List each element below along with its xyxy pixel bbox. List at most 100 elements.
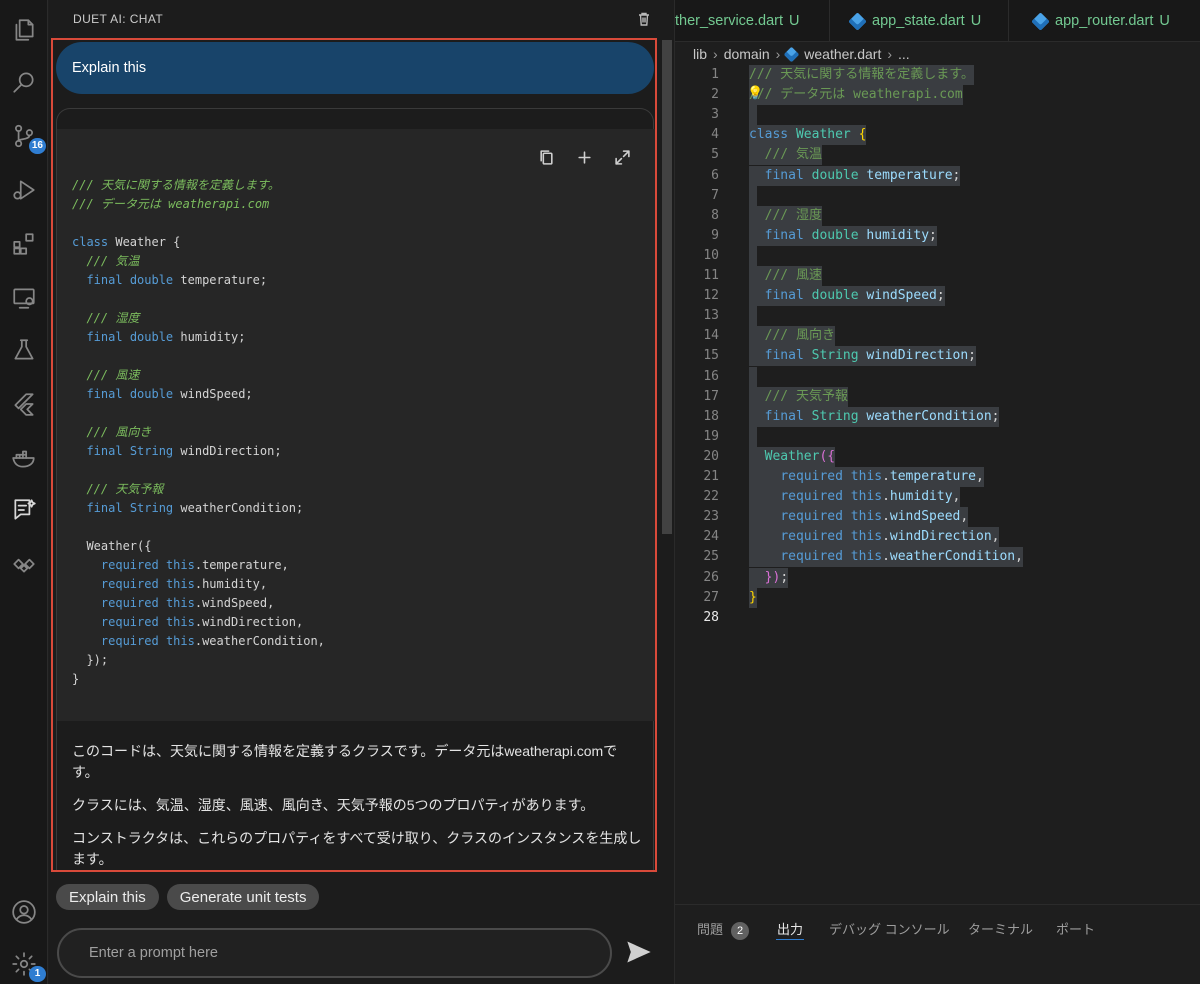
prompt-input[interactable]: Enter a prompt here [57,928,612,978]
docker-icon[interactable] [8,442,40,474]
code-line[interactable]: final String weatherCondition; [749,406,1000,427]
code-line[interactable]: }); [749,567,789,588]
chevron-right-icon: › [713,46,718,62]
generate-unit-tests-chip[interactable]: Generate unit tests [166,884,320,910]
chat-code-line: required this.windSpeed, [100,596,275,610]
code-line[interactable]: required this.temperature, [749,467,984,487]
explain-this-chip[interactable]: Explain this [56,884,159,910]
code-editor: ther_service.dart U app_state.dart U app… [675,0,1200,984]
line-number: 12 [703,288,719,304]
settings-gear-icon[interactable]: 1 [8,948,46,982]
code-line[interactable]: required this.humidity, [749,487,961,508]
chat-code-line [72,347,325,366]
line-number: 19 [703,428,719,444]
code-line[interactable]: /// 湿度 [749,205,822,226]
chat-code-line: required this.humidity, [100,577,268,591]
code-line[interactable]: final String windDirection; [749,346,976,367]
chat-header: DUET AI: CHAT [49,0,661,38]
code-line[interactable]: Weather({ [749,446,836,467]
code-line[interactable]: /// 天気に関する情報を定義します。 [749,65,975,85]
code-line[interactable]: class Weather { [749,125,867,146]
chat-code-line: final String weatherCondition; [86,501,304,515]
clear-chat-trash-icon[interactable] [633,8,655,30]
tab-app-router[interactable]: app_router.dart U [1010,0,1200,41]
chat-code-line: class Weather { [72,235,181,249]
copy-code-icon[interactable] [534,145,558,169]
code-line[interactable]: } [749,587,757,608]
breadcrumb-item[interactable]: lib [693,46,707,62]
extensions-icon[interactable] [8,228,40,260]
tab-ports[interactable]: ポート [1056,919,1095,938]
breadcrumb-item[interactable]: weather.dart [804,46,881,62]
run-debug-icon[interactable] [8,174,40,206]
line-number: 5 [711,147,719,163]
tab-problems[interactable]: 問題 2 [697,919,750,940]
code-line[interactable]: required this.weatherCondition, [749,547,1023,568]
chat-code-line [72,214,325,233]
tab-debug-console[interactable]: デバッグ コンソール [829,919,950,938]
line-number: 3 [711,107,719,123]
line-number: 13 [703,308,719,324]
lightbulb-icon[interactable]: 💡 [747,85,763,101]
code-line[interactable]: /// 風速 [749,266,822,286]
explanation-paragraph: コンストラクタは、これらのプロパティをすべて受け取り、クラスのインスタンスを生成… [72,830,642,867]
line-number: 22 [703,489,719,505]
dart-file-icon [784,46,800,62]
chat-code-line: final double temperature; [86,273,268,287]
code-line[interactable] [749,105,757,126]
chat-code-line: Weather({ [72,539,152,553]
code-line[interactable]: required this.windDirection, [749,527,1000,548]
tab-terminal[interactable]: ターミナル [968,919,1033,938]
line-number: 25 [703,549,719,565]
code-line[interactable] [749,306,757,327]
insert-code-plus-icon[interactable] [572,145,596,169]
chat-scrollbar[interactable] [661,0,675,984]
chat-code-line [72,461,325,480]
account-icon[interactable] [8,896,40,928]
tab-label: app_router.dart [1055,13,1154,29]
remote-explorer-icon[interactable] [8,282,40,314]
code-line[interactable]: /// データ元は weatherapi.com [749,85,963,106]
source-control-icon[interactable]: 16 [8,120,46,154]
code-line[interactable]: /// 気温 [749,145,822,166]
send-icon[interactable] [625,938,655,968]
code-line[interactable]: final double temperature; [749,165,961,186]
code-line[interactable] [749,366,757,387]
tab-app-state[interactable]: app_state.dart U [831,0,1009,41]
diamonds-icon[interactable] [8,548,40,580]
testing-icon[interactable] [8,334,40,366]
tab-weather-service[interactable]: ther_service.dart U [675,0,830,41]
code-line[interactable] [749,245,757,266]
chat-code-line: /// 天気予報 [86,482,164,496]
code-line[interactable]: /// 風向き [749,326,835,347]
suggestion-chips: Explain this Generate unit tests [56,884,320,910]
chat-scrollbar-thumb[interactable] [662,40,672,534]
breadcrumb-item[interactable]: ... [898,46,910,62]
chat-code-line [72,518,325,537]
chat-code-line: /// 湿度 [86,311,140,325]
tab-label: 問題 [697,922,724,937]
chat-code-line [72,290,325,309]
duet-ai-chat-icon[interactable] [8,494,40,526]
dart-file-icon [1031,11,1050,31]
breadcrumb-item[interactable]: domain [724,46,770,62]
code-line[interactable]: required this.windSpeed, [749,507,969,528]
code-line[interactable] [749,185,757,206]
tab-output[interactable]: 出力 [777,919,803,938]
code-line[interactable]: final double windSpeed; [749,286,945,307]
code-line[interactable]: /// 天気予報 [749,386,848,407]
line-number: 18 [703,408,719,424]
code-line[interactable]: final double humidity; [749,225,937,246]
flutter-icon[interactable] [8,388,40,420]
line-number: 10 [703,247,719,263]
line-number: 7 [711,187,719,203]
expand-code-icon[interactable] [610,145,634,169]
line-number: 20 [703,448,719,464]
tab-label: app_state.dart [872,13,965,29]
line-number: 8 [711,207,719,223]
explorer-icon[interactable] [8,14,40,46]
search-icon[interactable] [8,66,40,98]
code-line[interactable] [749,426,757,447]
chat-code-text: /// 天気に関する情報を定義します。 /// データ元は weatherapi.… [72,176,325,689]
user-message-bubble: Explain this [56,42,654,94]
